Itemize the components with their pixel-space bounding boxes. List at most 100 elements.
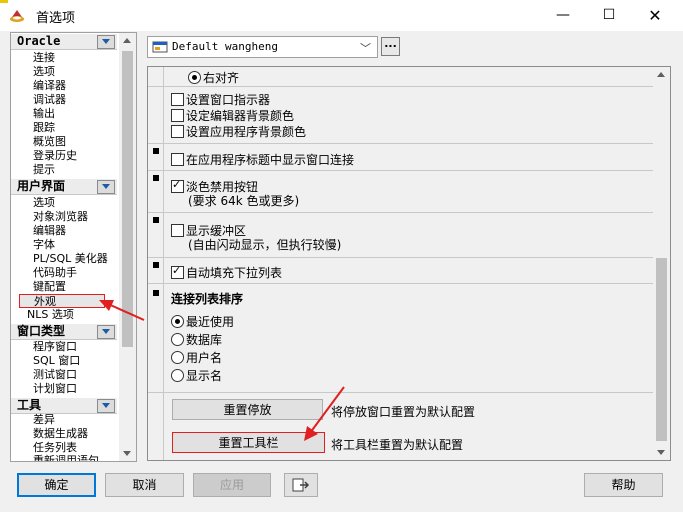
nav-item-selected[interactable]: 外观 xyxy=(19,294,105,308)
align-right-label: 右对齐 xyxy=(203,71,240,85)
app-bg-checkbox[interactable] xyxy=(171,125,184,138)
nav-item[interactable]: 编译器 xyxy=(33,79,66,93)
apply-button[interactable]: 应用 xyxy=(193,473,271,497)
section-marker xyxy=(153,262,159,268)
autofill-label: 自动填充下拉列表 xyxy=(186,266,283,280)
buffer-checkbox[interactable] xyxy=(171,224,184,237)
nav-item[interactable]: 调试器 xyxy=(33,93,66,107)
divider xyxy=(148,212,653,213)
sort-option-label: 用户名 xyxy=(186,351,223,365)
section-marker xyxy=(153,148,159,154)
window-title: 首选项 xyxy=(36,11,76,26)
close-button[interactable]: ✕ xyxy=(632,0,678,31)
nav-group-tools[interactable]: 工具 xyxy=(11,397,117,414)
divider xyxy=(148,143,653,144)
divider xyxy=(148,170,653,171)
scroll-thumb[interactable] xyxy=(656,258,667,441)
editor-bg-label: 设定编辑器背景颜色 xyxy=(186,109,295,123)
reset-dock-button[interactable]: 重置停放 xyxy=(172,399,323,420)
sort-option-label: 显示名 xyxy=(186,369,223,383)
nav-item[interactable]: 提示 xyxy=(33,163,55,177)
minimize-button[interactable]: — xyxy=(540,0,586,31)
nav-item[interactable]: 输出 xyxy=(33,107,55,121)
settings-scrollbar[interactable] xyxy=(653,67,670,460)
cancel-button[interactable]: 取消 xyxy=(105,473,184,497)
nav-item[interactable]: 选项 xyxy=(33,196,55,210)
autofill-checkbox[interactable] xyxy=(171,264,184,279)
nav-item[interactable]: 编辑器 xyxy=(33,224,66,238)
nav-item[interactable]: 登录历史 xyxy=(33,149,77,163)
nav-item[interactable]: 测试窗口 xyxy=(33,368,77,382)
chevron-down-icon[interactable] xyxy=(97,399,115,413)
nav-group-oracle[interactable]: Oracle xyxy=(11,33,117,50)
nav-item[interactable]: PL/SQL 美化器 xyxy=(33,252,108,266)
nav-item[interactable]: 任务列表 xyxy=(33,441,77,455)
nav-item[interactable]: 对象浏览器 xyxy=(33,210,88,224)
nav-group-title: 用户界面 xyxy=(17,179,66,193)
title-bar: 首选项 — ☐ ✕ xyxy=(0,0,683,31)
scroll-up-icon[interactable] xyxy=(123,38,131,43)
sort-option-label: 最近使用 xyxy=(186,315,235,329)
nav-item[interactable]: 代码助手 xyxy=(33,266,77,280)
sort-section-title: 连接列表排序 xyxy=(171,292,244,306)
nav-item[interactable]: 选项 xyxy=(33,65,55,79)
chevron-down-icon[interactable] xyxy=(97,35,115,49)
nav-group-title: 工具 xyxy=(17,398,42,412)
nav-group-ui[interactable]: 用户界面 xyxy=(11,178,117,195)
help-button[interactable]: 帮助 xyxy=(584,473,663,497)
editor-bg-checkbox[interactable] xyxy=(171,109,184,122)
title-conn-label: 在应用程序标题中显示窗口连接 xyxy=(186,153,355,167)
reset-dock-desc: 将停放窗口重置为默认配置 xyxy=(331,405,476,419)
sort-option-label: 数据库 xyxy=(186,333,223,347)
nav-item[interactable]: 计划窗口 xyxy=(33,382,77,396)
title-conn-checkbox[interactable] xyxy=(171,153,184,166)
nav-group-window-types[interactable]: 窗口类型 xyxy=(11,323,117,340)
nav-item[interactable]: 重新调用语句 xyxy=(33,454,99,461)
ok-button[interactable]: 确定 xyxy=(17,473,96,497)
profile-select[interactable]: Default wangheng ﹀ xyxy=(147,36,378,58)
chevron-down-icon[interactable] xyxy=(97,325,115,339)
app-bg-label: 设置应用程序背景颜色 xyxy=(186,125,307,139)
buffer-note: (自由闪动显示，但执行较慢) xyxy=(188,238,342,252)
window-indicator-checkbox[interactable] xyxy=(171,93,184,106)
sort-username-radio[interactable] xyxy=(171,351,184,364)
scroll-down-icon[interactable] xyxy=(657,450,665,455)
nav-item[interactable]: 键配置 xyxy=(33,280,66,294)
section-marker xyxy=(153,175,159,181)
fade-disabled-checkbox[interactable] xyxy=(171,178,184,193)
fade-disabled-note: (要求 64k 色或更多) xyxy=(188,194,300,208)
scroll-up-icon[interactable] xyxy=(657,72,665,77)
chevron-down-icon[interactable] xyxy=(97,180,115,194)
nav-item[interactable]: 连接 xyxy=(33,51,55,65)
app-icon xyxy=(10,10,24,22)
chevron-down-icon[interactable]: ﹀ xyxy=(360,40,371,56)
section-marker xyxy=(153,290,159,296)
divider xyxy=(148,392,653,393)
reset-toolbar-button[interactable]: 重置工具栏 xyxy=(172,432,325,453)
nav-item[interactable]: 程序窗口 xyxy=(33,340,77,354)
nav-item[interactable]: 跟踪 xyxy=(33,121,55,135)
profile-more-button[interactable]: ... xyxy=(381,37,400,56)
sort-database-radio[interactable] xyxy=(171,333,184,346)
reset-toolbar-desc: 将工具栏重置为默认配置 xyxy=(331,438,464,452)
nav-item[interactable]: NLS 选项 xyxy=(27,308,74,322)
sort-recent-radio[interactable] xyxy=(171,315,184,328)
align-right-radio[interactable] xyxy=(188,71,201,84)
nav-item[interactable]: 概览图 xyxy=(33,135,66,149)
nav-item[interactable]: SQL 窗口 xyxy=(33,354,80,368)
scroll-thumb[interactable] xyxy=(122,51,133,347)
export-button[interactable] xyxy=(284,473,318,497)
nav-item[interactable]: 数据生成器 xyxy=(33,427,88,441)
profile-icon xyxy=(152,41,168,53)
nav-item[interactable]: 差异 xyxy=(33,413,55,427)
scroll-down-icon[interactable] xyxy=(123,451,131,456)
nav-group-title: Oracle xyxy=(17,34,61,48)
divider xyxy=(148,283,653,284)
nav-scrollbar[interactable] xyxy=(119,33,136,461)
divider xyxy=(148,86,653,87)
nav-group-title: 窗口类型 xyxy=(17,324,66,338)
sort-displayname-radio[interactable] xyxy=(171,369,184,382)
nav-item[interactable]: 字体 xyxy=(33,238,55,252)
maximize-button[interactable]: ☐ xyxy=(586,0,632,31)
preferences-nav: Oracle 连接 选项 编译器 调试器 输出 跟踪 概览图 登录历史 提示 用… xyxy=(10,32,137,462)
